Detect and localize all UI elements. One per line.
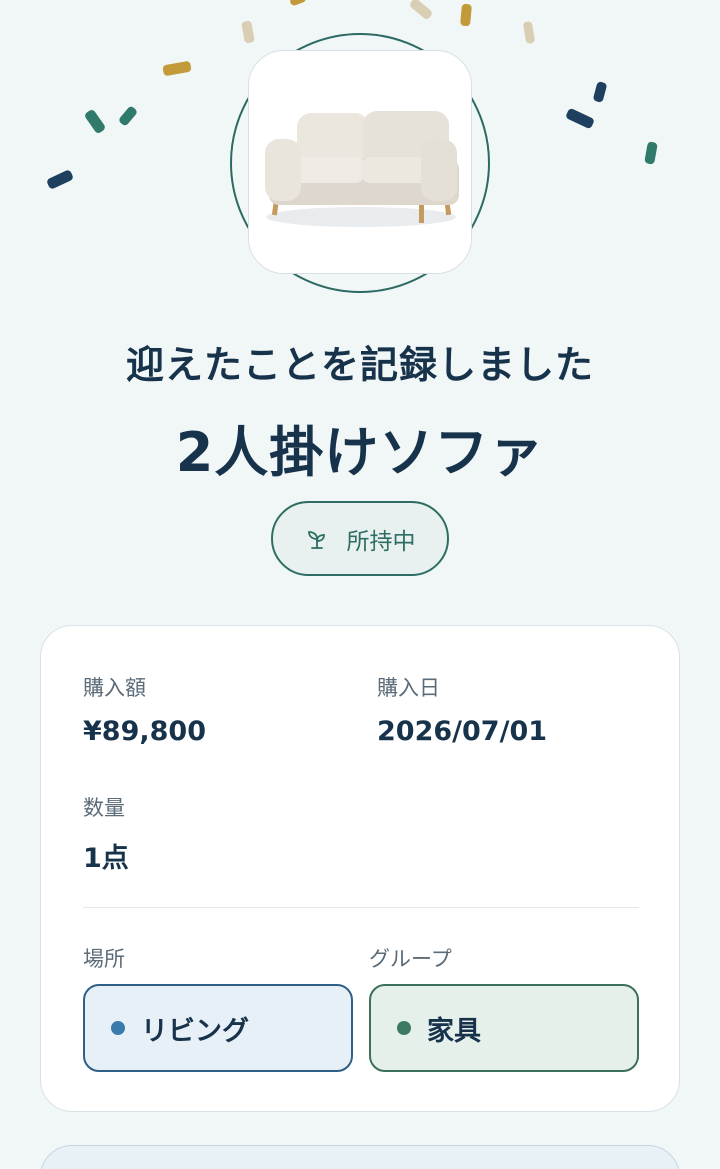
divider (83, 907, 639, 908)
group-color-dot (397, 1021, 411, 1035)
next-section-card (40, 1145, 680, 1169)
item-photo (248, 50, 472, 274)
sofa-illustration (249, 51, 471, 273)
purchase-date-label: 購入日 (377, 676, 440, 700)
registration-complete-screen: 迎えたことを記録しました 2人掛けソファ 所持中 購入額 ¥89,800 購入日… (0, 0, 720, 1169)
sprout-icon (307, 530, 325, 549)
price-value: ¥89,800 (83, 716, 206, 747)
place-color-dot (111, 1021, 125, 1035)
quantity-label: 数量 (83, 796, 125, 820)
item-name: 2人掛けソファ (175, 421, 545, 484)
group-chip[interactable]: 家具 (369, 984, 639, 1072)
completion-headline: 迎えたことを記録しました (125, 343, 594, 387)
place-label: 場所 (83, 947, 125, 971)
group-value: 家具 (427, 1015, 481, 1047)
price-label: 購入額 (83, 676, 146, 700)
status-label: 所持中 (346, 528, 416, 555)
item-details-card: 購入額 ¥89,800 購入日 2026/07/01 数量 1点 場所 グループ… (40, 625, 680, 1112)
place-chip[interactable]: リビング (83, 984, 353, 1072)
status-badge[interactable]: 所持中 (271, 501, 449, 576)
place-value: リビング (141, 1015, 249, 1047)
purchase-date-value: 2026/07/01 (377, 716, 548, 747)
quantity-value: 1点 (83, 843, 129, 874)
group-label: グループ (369, 947, 452, 971)
